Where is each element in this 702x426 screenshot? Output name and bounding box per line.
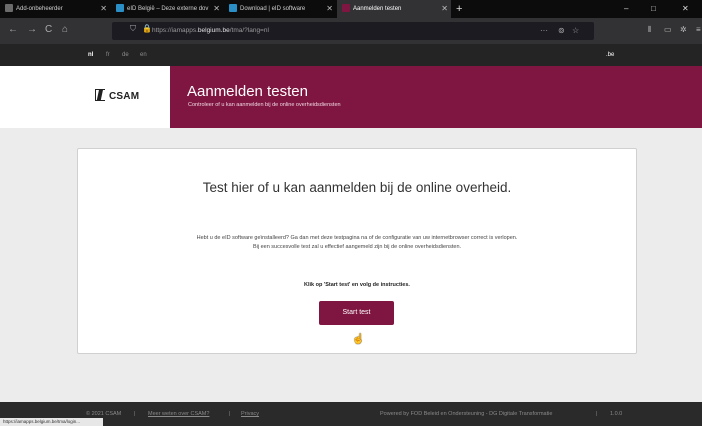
site-language-bar: nl fr de en .be <box>0 44 702 66</box>
library-icon[interactable]: ⫴ <box>648 25 651 35</box>
download-favicon-icon <box>229 4 237 13</box>
powered-by-text: Powered by FOD Beleid en Ondersteuning -… <box>380 411 553 417</box>
puzzle-icon <box>5 4 13 13</box>
reload-button[interactable]: C <box>45 24 52 35</box>
language-de[interactable]: de <box>122 44 129 66</box>
language-fr[interactable]: fr <box>106 44 110 66</box>
bookmark-star-icon[interactable]: ☆ <box>572 22 579 40</box>
menu-icon[interactable]: ≡ <box>696 25 701 34</box>
tab-add-ons[interactable]: Add-onbeheerder ✕ <box>0 0 110 18</box>
url-text[interactable]: https://iamapps.belgium.be/tma/?lang=nl <box>152 22 269 40</box>
tab-label: Aanmelden testen <box>353 6 402 12</box>
extension-icon[interactable]: ✲ <box>680 25 687 34</box>
maximize-button[interactable]: □ <box>651 0 656 18</box>
tab-label: Add-onbeheerder <box>16 6 63 12</box>
status-bar-url: https://iamapps.belgium.be/tma/login... <box>0 418 103 426</box>
start-test-button[interactable]: Start test <box>319 301 394 325</box>
tab-eid-belgie[interactable]: eID België – Deze externe dov ✕ <box>111 0 223 18</box>
be-portal-link[interactable]: .be <box>606 44 614 66</box>
test-heading: Test hier of u kan aanmelden bij de onli… <box>202 180 512 195</box>
close-icon[interactable]: ✕ <box>100 0 107 18</box>
tab-label: Download | eID software <box>240 6 306 12</box>
tab-aanmelden-testen[interactable]: Aanmelden testen ✕ <box>337 0 451 18</box>
page-subtitle: Controleer of u kan aanmelden bij de onl… <box>188 102 341 108</box>
eid-favicon-icon <box>116 4 124 13</box>
footer-separator: | <box>229 411 231 417</box>
csam-logo-icon <box>95 89 105 101</box>
browser-nav-bar: ← → C ⌂ ⛉ 🔒 https://iamapps.belgium.be/t… <box>0 18 702 44</box>
hand-cursor-icon: ☝ <box>352 334 365 345</box>
url-bar[interactable]: ⛉ 🔒 https://iamapps.belgium.be/tma/?lang… <box>112 22 594 40</box>
test-description: Hebt u de eID software geïnstalleerd? Ga… <box>196 235 518 250</box>
page-title: Aanmelden testen <box>187 83 308 100</box>
lock-icon[interactable]: 🔒 <box>142 24 152 33</box>
privacy-link[interactable]: Privacy <box>241 402 259 426</box>
site-footer: © 2021 CSAM | Meer weten over CSAM? | Pr… <box>0 402 702 426</box>
csam-favicon-icon <box>342 4 350 13</box>
close-icon[interactable]: ✕ <box>441 0 448 18</box>
test-card: Test hier of u kan aanmelden bij de onli… <box>77 148 637 354</box>
close-window-button[interactable]: ✕ <box>682 0 689 18</box>
forward-button[interactable]: → <box>27 24 37 35</box>
home-button[interactable]: ⌂ <box>62 24 68 35</box>
csam-logo[interactable]: CSAM <box>95 89 139 102</box>
language-nl[interactable]: nl <box>88 44 93 66</box>
test-instruction: Klik op 'Start test' en volg de instruct… <box>304 282 410 288</box>
sidebar-icon[interactable]: ▭ <box>664 25 672 34</box>
footer-separator: | <box>134 411 136 417</box>
minimize-button[interactable]: – <box>624 0 628 18</box>
version-label: 1.0.0 <box>610 411 623 417</box>
shield-icon[interactable]: ⛉ <box>130 24 136 34</box>
back-button[interactable]: ← <box>8 24 18 35</box>
close-icon[interactable]: ✕ <box>213 0 220 18</box>
tab-label: eID België – Deze externe dov <box>127 6 209 12</box>
pocket-icon[interactable]: ⊚ <box>558 22 565 40</box>
tab-download-eid[interactable]: Download | eID software ✕ <box>224 0 336 18</box>
close-icon[interactable]: ✕ <box>326 0 333 18</box>
header-banner: Aanmelden testen Controleer of u kan aan… <box>170 66 702 128</box>
new-tab-button[interactable]: + <box>456 0 462 18</box>
footer-separator: | <box>596 411 598 417</box>
page-actions-button[interactable]: ··· <box>540 22 548 40</box>
browser-tab-strip: Add-onbeheerder ✕ eID België – Deze exte… <box>0 0 702 18</box>
language-en[interactable]: en <box>140 44 147 66</box>
more-about-csam-link[interactable]: Meer weten over CSAM? <box>148 402 209 426</box>
